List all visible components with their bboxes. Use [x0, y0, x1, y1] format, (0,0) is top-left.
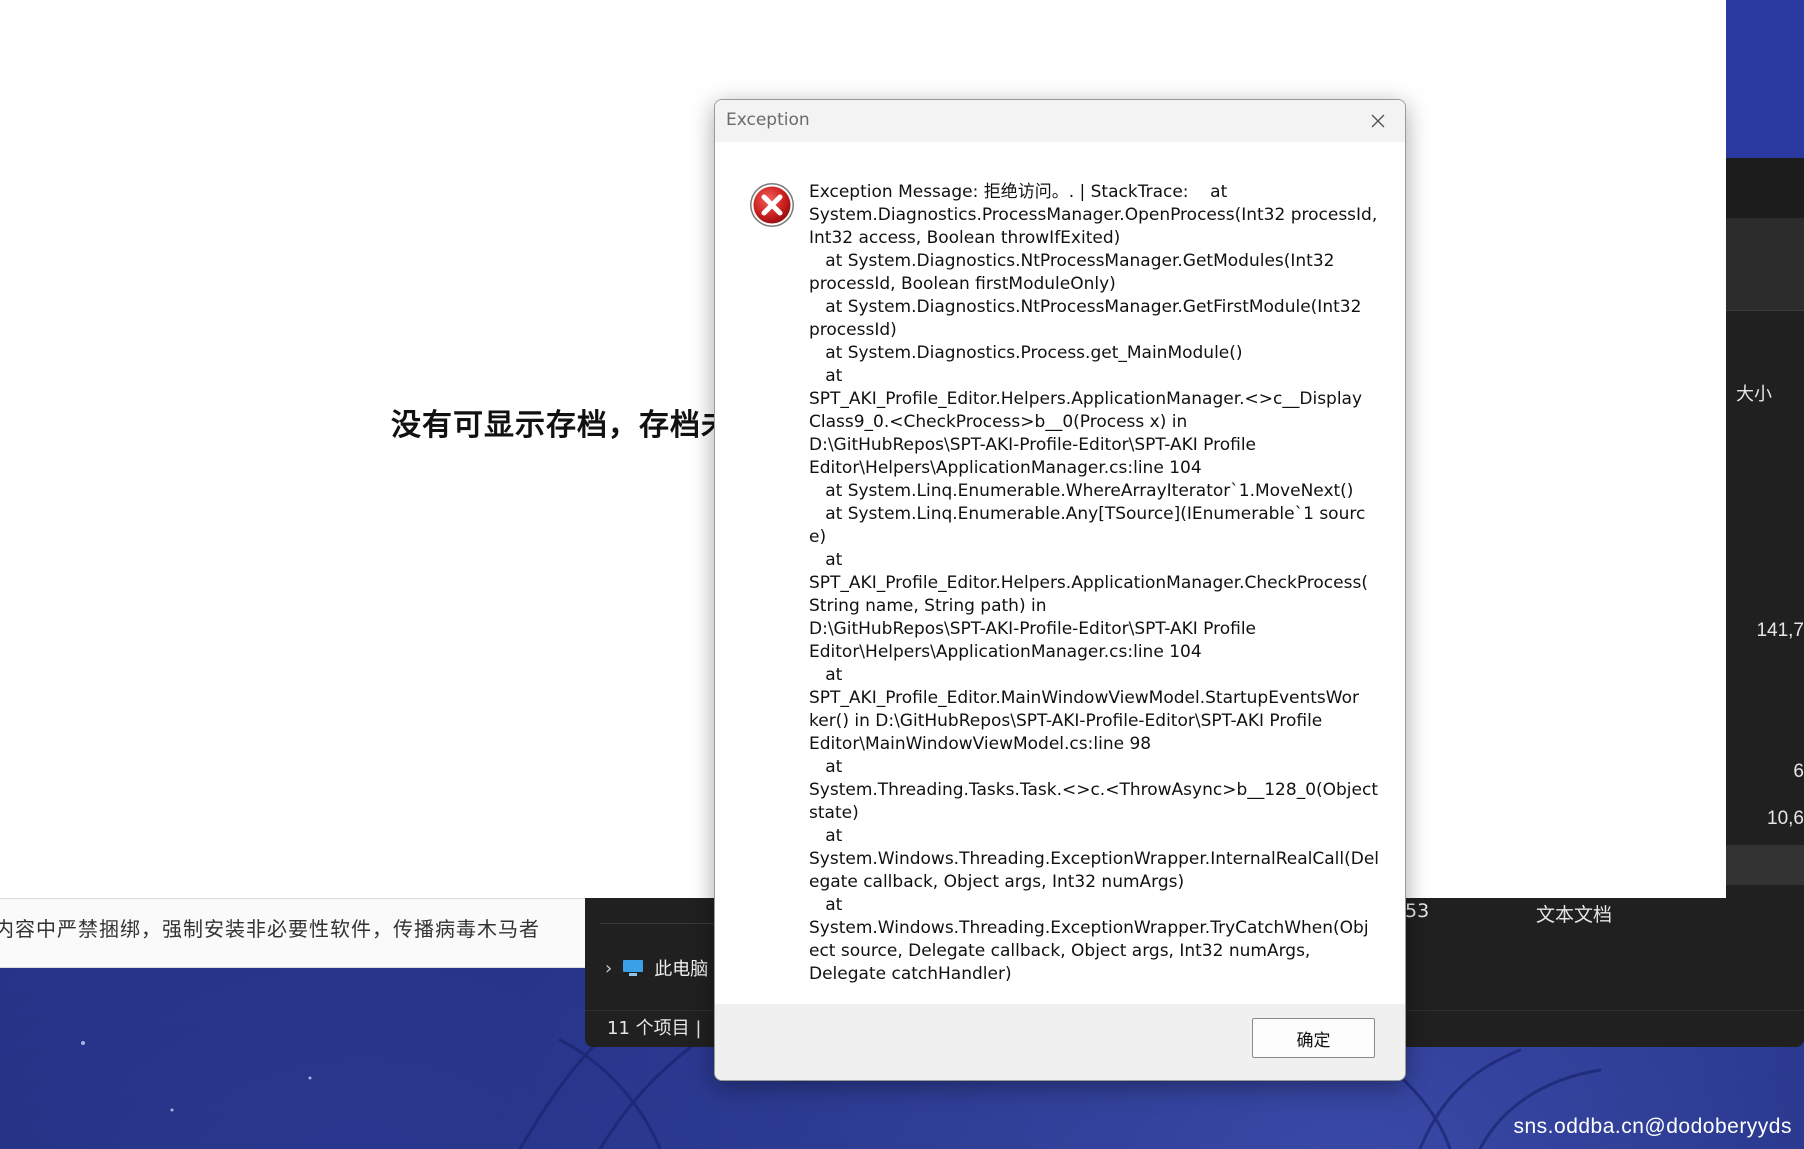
empty-profiles-message: 没有可显示存档，存档未: [391, 408, 732, 443]
nav-item-this-pc[interactable]: › 此电脑: [605, 955, 708, 981]
dialog-footer: 确定: [715, 1004, 1405, 1080]
chevron-right-icon[interactable]: ›: [605, 958, 612, 979]
explorer-titlebar-region: [1726, 0, 1804, 158]
item-count: 11 个项目 |: [607, 1018, 702, 1039]
size-cell: 6: [1793, 761, 1804, 782]
size-cell: 10,6: [1767, 808, 1804, 829]
file-row-date: 53: [1405, 900, 1430, 922]
notice-text: 内容中严禁捆绑，强制安装非必要性软件，传播病毒木马者: [0, 917, 540, 941]
file-row-selected[interactable]: [1726, 845, 1804, 885]
explorer-ribbon: [1726, 218, 1804, 310]
computer-icon: [623, 960, 644, 976]
nav-divider: [600, 923, 720, 924]
ok-button[interactable]: 确定: [1252, 1018, 1375, 1058]
exception-dialog: Exception Exception Message: 拒绝访问。. | St…: [714, 99, 1406, 1081]
column-header-size[interactable]: 大小: [1725, 375, 1772, 415]
notice-strip: 内容中严禁捆绑，强制安装非必要性软件，传播病毒木马者: [0, 898, 585, 968]
nav-item-label: 此电脑: [654, 959, 709, 980]
close-button[interactable]: [1357, 104, 1399, 138]
close-icon: [1371, 114, 1385, 128]
size-cell: 141,7: [1756, 620, 1804, 641]
explorer-address-area: [1726, 310, 1804, 376]
exception-message: Exception Message: 拒绝访问。. | StackTrace: …: [809, 182, 1380, 984]
dialog-titlebar[interactable]: Exception: [715, 100, 1405, 142]
dialog-title: Exception: [726, 110, 810, 130]
watermark: sns.oddba.cn@dodoberyyds: [1513, 1115, 1792, 1138]
error-icon: [750, 183, 794, 227]
file-row-type: 文本文档: [1536, 904, 1613, 926]
explorer-toolbar: [1726, 158, 1804, 218]
